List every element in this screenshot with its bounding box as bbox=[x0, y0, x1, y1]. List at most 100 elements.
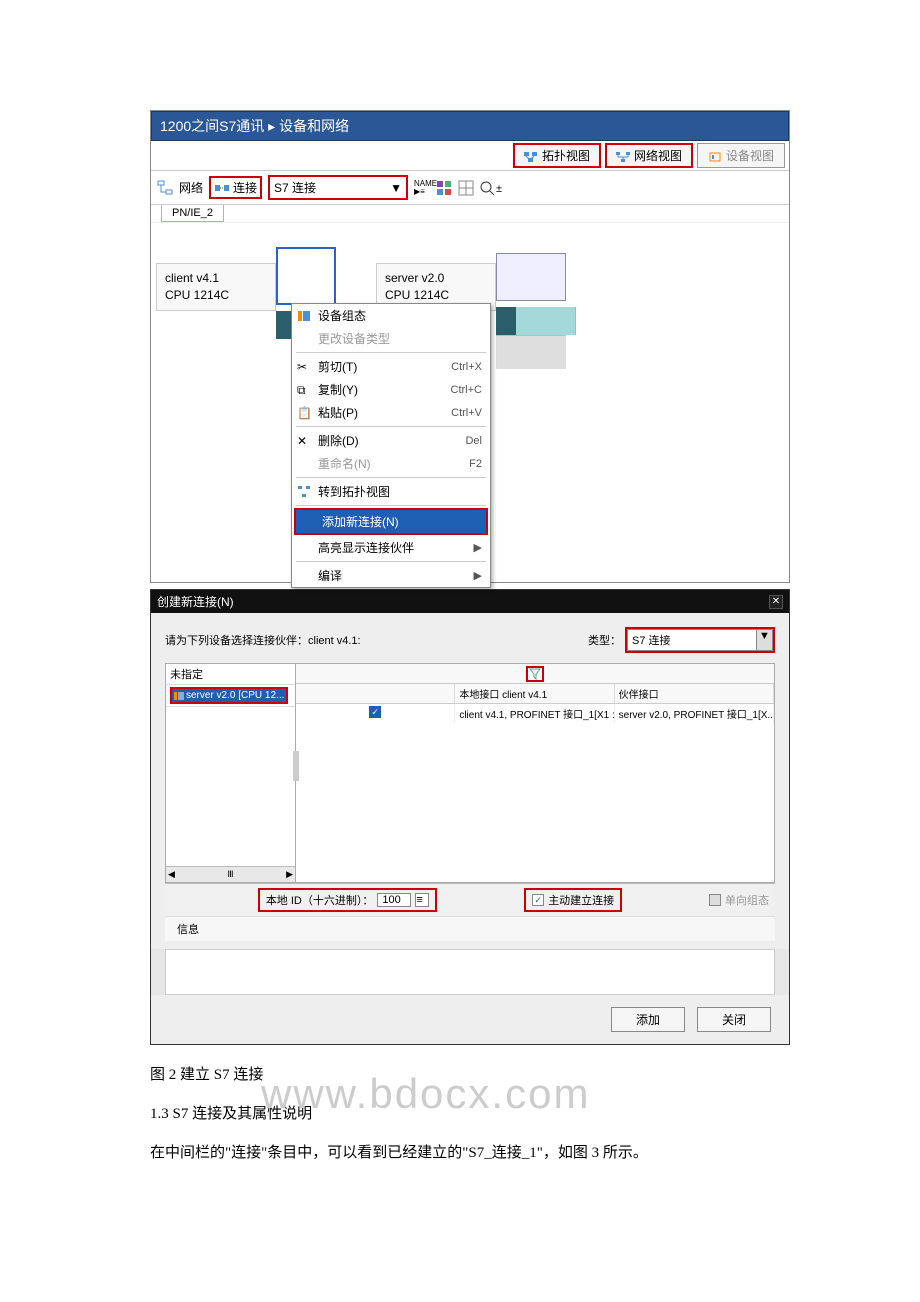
menu-copy-shortcut: Ctrl+C bbox=[451, 384, 482, 396]
tab-network[interactable]: 网络视图 bbox=[605, 143, 693, 168]
menu-paste-label: 粘贴(P) bbox=[318, 404, 358, 421]
device-icon bbox=[708, 151, 722, 161]
row-partner: server v2.0, PROFINET 接口_1[X... bbox=[615, 704, 774, 723]
network-icon bbox=[616, 151, 630, 161]
connection-type-dropdown[interactable]: S7 连接 ▼ bbox=[268, 175, 408, 200]
col-partner: 伙伴接口 bbox=[615, 684, 774, 703]
dialog-prompt: 请为下列设备选择连接伙伴：client v4.1: bbox=[165, 632, 361, 648]
pnie-tag[interactable]: PN/IE_2 bbox=[161, 205, 224, 222]
type-dropdown[interactable]: S7 连接 bbox=[627, 629, 757, 651]
menu-change-device-type: 更改设备类型 bbox=[292, 327, 490, 350]
zoom-icon[interactable]: ± bbox=[480, 180, 496, 196]
dialog-title: 创建新连接(N) bbox=[157, 593, 234, 610]
menu-delete-label: 删除(D) bbox=[318, 432, 359, 449]
window-title: 1200之间S7通讯 ▸ 设备和网络 bbox=[151, 111, 789, 141]
menu-change-device-type-label: 更改设备类型 bbox=[318, 330, 390, 347]
partner-list: 未指定 server v2.0 [CPU 12... ◀Ⅲ▶ bbox=[166, 664, 296, 882]
type-label: 类型： bbox=[588, 632, 621, 648]
device-client[interactable]: client v4.1 CPU 1214C bbox=[156, 263, 276, 311]
connections-icon bbox=[214, 180, 230, 196]
chevron-down-icon[interactable]: ▼ bbox=[757, 629, 773, 651]
network-label: 网络 bbox=[179, 179, 203, 196]
connection-type-value: S7 连接 bbox=[274, 179, 316, 196]
menu-cut-label: 剪切(T) bbox=[318, 358, 357, 375]
device-small-icon bbox=[174, 691, 184, 701]
grid2-icon[interactable] bbox=[458, 180, 474, 196]
svg-text:±: ± bbox=[496, 183, 502, 195]
list-unassigned[interactable]: 未指定 bbox=[166, 664, 295, 685]
local-id-label: 本地 ID（十六进制）： bbox=[266, 892, 374, 908]
tab-device[interactable]: 设备视图 bbox=[697, 143, 785, 168]
splitter[interactable] bbox=[293, 751, 299, 781]
active-connection-box[interactable]: ✓ 主动建立连接 bbox=[524, 888, 622, 912]
menu-delete-shortcut: Del bbox=[465, 435, 482, 447]
menu-cut-shortcut: Ctrl+X bbox=[451, 361, 482, 373]
view-tabs: 拓扑视图 网络视图 设备视图 bbox=[151, 141, 789, 171]
connections-label: 连接 bbox=[233, 179, 257, 196]
submenu-arrow-icon: ▶ bbox=[474, 541, 482, 554]
tab-device-label: 设备视图 bbox=[726, 147, 774, 164]
filter-button[interactable] bbox=[526, 666, 544, 682]
info-label: 信息 bbox=[165, 916, 775, 941]
menu-rename-shortcut: F2 bbox=[469, 458, 482, 470]
topology-icon bbox=[524, 151, 538, 161]
chevron-down-icon: ▼ bbox=[390, 181, 402, 195]
menu-compile-label: 编译 bbox=[318, 567, 342, 584]
grid1-icon[interactable] bbox=[436, 180, 452, 196]
paragraph: 在中间栏的"连接"条目中，可以看到已经建立的"S7_连接_1"，如图 3 所示。 bbox=[150, 1141, 790, 1162]
menu-copy-label: 复制(Y) bbox=[318, 381, 358, 398]
menu-device-config[interactable]: 设备组态 bbox=[292, 304, 490, 327]
menu-highlight-partner-label: 高亮显示连接伙伴 bbox=[318, 539, 414, 556]
row-check-icon[interactable]: ✓ bbox=[369, 706, 381, 718]
relations-icon[interactable]: NAME▶≡ bbox=[414, 180, 430, 196]
menu-goto-topology-label: 转到拓扑视图 bbox=[318, 483, 390, 500]
menu-delete[interactable]: ✕ 删除(D) Del bbox=[292, 429, 490, 452]
device-server-name: server v2.0 bbox=[385, 270, 487, 287]
info-area bbox=[165, 949, 775, 995]
oneway-checkbox bbox=[709, 894, 721, 906]
connections-button[interactable]: 连接 bbox=[209, 176, 262, 199]
oneway-box: 单向组态 bbox=[709, 892, 769, 908]
spin-icon[interactable]: ≡ bbox=[415, 893, 429, 907]
tab-network-label: 网络视图 bbox=[634, 147, 682, 164]
device-server-cpu: CPU 1214C bbox=[385, 287, 487, 304]
section-heading: 1.3 S7 连接及其属性说明 bbox=[150, 1102, 790, 1123]
list-selected-label: server v2.0 [CPU 12... bbox=[186, 690, 284, 701]
scrollbar[interactable]: ◀Ⅲ▶ bbox=[166, 866, 295, 882]
paste-icon: 📋 bbox=[297, 406, 311, 420]
device-config-icon bbox=[297, 309, 311, 323]
col-local: 本地接口 client v4.1 bbox=[455, 684, 614, 703]
toolbar: 网络 连接 S7 连接 ▼ NAME▶≡ ± bbox=[151, 171, 789, 205]
cut-icon: ✂ bbox=[297, 360, 311, 374]
active-label: 主动建立连接 bbox=[548, 892, 614, 908]
close-icon[interactable]: ✕ bbox=[769, 595, 783, 609]
list-item[interactable]: server v2.0 [CPU 12... bbox=[166, 685, 295, 707]
menu-add-connection[interactable]: 添加新连接(N) bbox=[296, 510, 486, 533]
tab-topology[interactable]: 拓扑视图 bbox=[513, 143, 601, 168]
device-client-cpu: CPU 1214C bbox=[165, 287, 267, 304]
context-menu: 设备组态 更改设备类型 ✂ 剪切(T) Ctrl+X ⧉ 复制(Y) Ctrl+… bbox=[291, 303, 491, 588]
menu-add-connection-label: 添加新连接(N) bbox=[322, 513, 399, 530]
menu-paste-shortcut: Ctrl+V bbox=[451, 407, 482, 419]
active-checkbox[interactable]: ✓ bbox=[532, 894, 544, 906]
menu-paste[interactable]: 📋 粘贴(P) Ctrl+V bbox=[292, 401, 490, 424]
add-button[interactable]: 添加 bbox=[611, 1007, 685, 1032]
menu-copy[interactable]: ⧉ 复制(Y) Ctrl+C bbox=[292, 378, 490, 401]
copy-icon: ⧉ bbox=[297, 383, 311, 397]
network-canvas[interactable]: client v4.1 CPU 1214C server v2.0 CPU 12… bbox=[151, 222, 789, 582]
menu-cut[interactable]: ✂ 剪切(T) Ctrl+X bbox=[292, 355, 490, 378]
submenu-arrow-icon: ▶ bbox=[474, 569, 482, 582]
create-connection-dialog: www.bdocx.com 创建新连接(N) ✕ 请为下列设备选择连接伙伴：cl… bbox=[150, 589, 790, 1045]
row-local: client v4.1, PROFINET 接口_1[X1 : PN(LA... bbox=[455, 704, 614, 723]
close-button[interactable]: 关闭 bbox=[697, 1007, 771, 1032]
table-row[interactable]: ✓ client v4.1, PROFINET 接口_1[X1 : PN(LA.… bbox=[296, 704, 774, 723]
menu-device-config-label: 设备组态 bbox=[318, 307, 366, 324]
menu-highlight-partner[interactable]: 高亮显示连接伙伴 ▶ bbox=[292, 536, 490, 559]
menu-goto-topology[interactable]: 转到拓扑视图 bbox=[292, 480, 490, 503]
menu-rename-label: 重命名(N) bbox=[318, 455, 371, 472]
network-tool-icon[interactable] bbox=[157, 180, 173, 196]
device-client-name: client v4.1 bbox=[165, 270, 267, 287]
menu-compile[interactable]: 编译 ▶ bbox=[292, 564, 490, 587]
local-id-input[interactable]: 100 bbox=[377, 893, 411, 907]
delete-icon: ✕ bbox=[297, 434, 311, 448]
